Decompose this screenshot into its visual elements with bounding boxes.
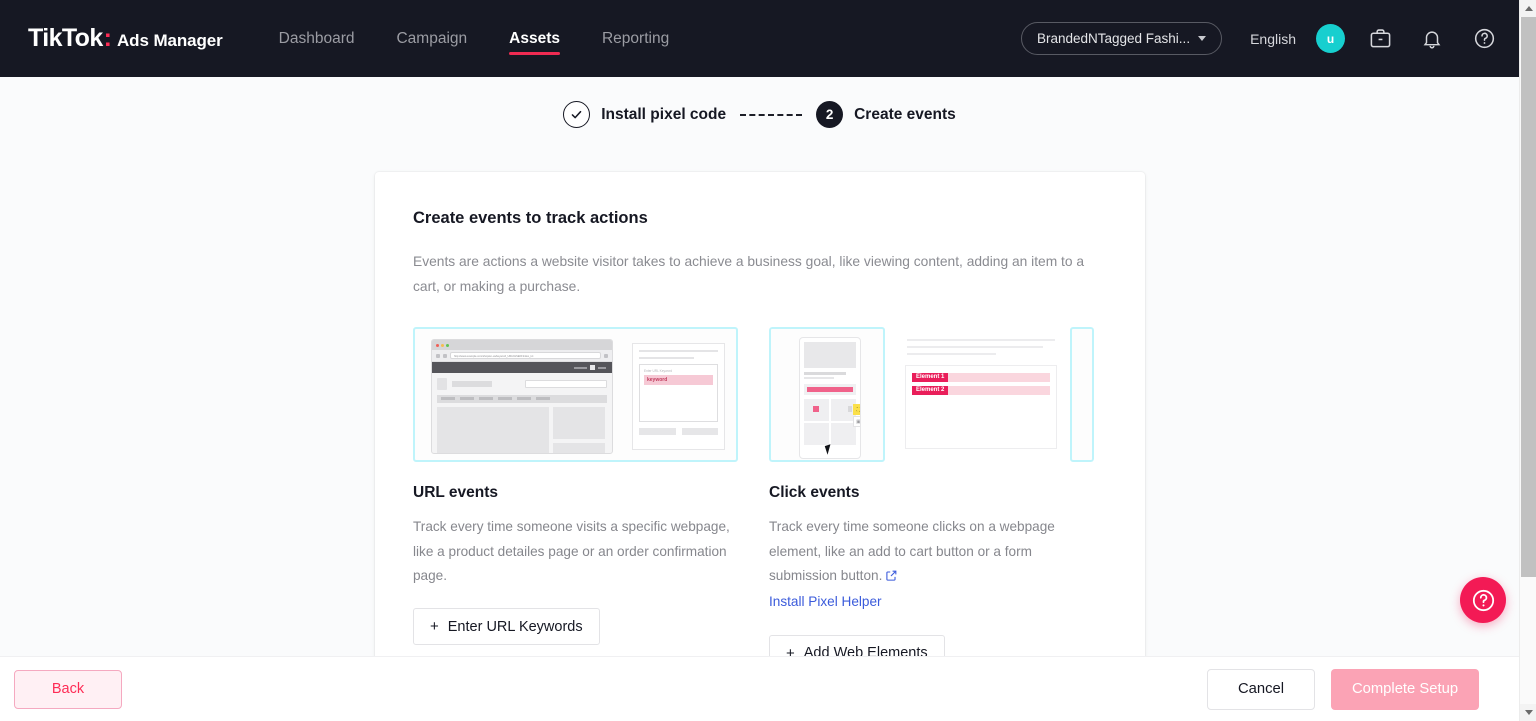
language-selector[interactable]: English bbox=[1250, 31, 1296, 47]
option-url-events: http://www.example.com/shop/en-us/keywor… bbox=[413, 327, 743, 656]
help-circle-icon[interactable] bbox=[1471, 26, 1497, 52]
browser-forward-icon bbox=[443, 353, 447, 358]
enter-url-keywords-button[interactable]: + Enter URL Keywords bbox=[413, 608, 600, 646]
illustration-elements-panel: Element 1 Element 2 bbox=[897, 327, 1065, 463]
illustration-keyword-chip: keyword bbox=[644, 375, 713, 386]
click-events-title: Click events bbox=[769, 484, 860, 502]
main-nav-items: Dashboard Campaign Assets Reporting bbox=[279, 0, 669, 77]
avatar-initial: u bbox=[1326, 31, 1335, 46]
account-selector[interactable]: BrandedNTagged Fashi... bbox=[1020, 22, 1223, 55]
brand-ads-manager-text: Ads Manager bbox=[117, 31, 223, 50]
illustration-right-frame bbox=[1070, 327, 1094, 463]
enter-url-keywords-label: Enter URL Keywords bbox=[447, 618, 583, 635]
account-selector-label: BrandedNTagged Fashi... bbox=[1036, 31, 1191, 46]
add-web-elements-button[interactable]: + Add Web Elements bbox=[769, 634, 945, 656]
nav-item-assets[interactable]: Assets bbox=[509, 0, 560, 77]
cancel-button[interactable]: Cancel bbox=[1207, 668, 1315, 710]
create-events-card: Create events to track actions Events ar… bbox=[375, 172, 1145, 656]
card-description: Events are actions a website visitor tak… bbox=[413, 254, 1085, 295]
nav-item-reporting[interactable]: Reporting bbox=[602, 0, 669, 77]
header-right-controls: BrandedNTagged Fashi... English u bbox=[1020, 22, 1519, 55]
traffic-light-green-icon bbox=[446, 343, 449, 347]
browser-menu-icon bbox=[604, 353, 608, 358]
illustration-keyword-box: Enter URL Keyword keyword bbox=[639, 364, 718, 423]
step-2-label: Create events bbox=[854, 105, 956, 123]
nav-item-dashboard[interactable]: Dashboard bbox=[279, 0, 355, 77]
scrollbar-thumb[interactable] bbox=[1521, 17, 1536, 577]
brand-colon: : bbox=[103, 24, 112, 52]
option-click-events: ⛶ ▣ Element 1 Element 2 Click events Tra… bbox=[769, 327, 1099, 656]
footer-action-bar: Back Cancel Complete Setup bbox=[0, 656, 1519, 721]
illustration-element-2-badge: Element 2 bbox=[912, 386, 949, 396]
illustration-phone-frame: ⛶ ▣ bbox=[769, 327, 885, 463]
top-navigation-bar: TikTok : Ads Manager Dashboard Campaign … bbox=[0, 0, 1519, 77]
brand-tiktok-text: TikTok bbox=[28, 24, 103, 52]
card-title: Create events to track actions bbox=[413, 209, 648, 227]
plus-icon: + bbox=[430, 618, 439, 636]
click-events-description: Track every time someone clicks on a web… bbox=[769, 515, 1099, 614]
illustration-element-row: Element 1 bbox=[912, 373, 1050, 383]
back-button[interactable]: Back bbox=[14, 669, 122, 709]
url-events-title: URL events bbox=[413, 484, 498, 502]
browser-dark-strip bbox=[432, 362, 612, 374]
step-install-pixel-code[interactable]: Install pixel code bbox=[563, 101, 726, 128]
scroll-down-arrow-icon[interactable] bbox=[1520, 704, 1536, 721]
nav-item-campaign[interactable]: Campaign bbox=[396, 0, 467, 77]
event-type-options: http://www.example.com/shop/en-us/keywor… bbox=[413, 327, 1107, 656]
scroll-up-arrow-icon[interactable] bbox=[1520, 0, 1536, 17]
step-create-events[interactable]: 2 Create events bbox=[816, 101, 956, 128]
illustration-element-row: Element 2 bbox=[912, 386, 1050, 396]
brand-logo[interactable]: TikTok : Ads Manager bbox=[28, 24, 223, 53]
add-web-elements-label: Add Web Elements bbox=[803, 645, 928, 656]
briefcase-icon[interactable] bbox=[1367, 26, 1393, 52]
complete-setup-button[interactable]: Complete Setup bbox=[1331, 668, 1479, 710]
footer-right-buttons: Cancel Complete Setup bbox=[1207, 668, 1519, 710]
avatar[interactable]: u bbox=[1316, 24, 1345, 53]
plus-icon: + bbox=[786, 644, 795, 656]
browser-url-text: http://www.example.com/shop/en-us/keywor… bbox=[450, 352, 601, 360]
browser-url-bar: http://www.example.com/shop/en-us/keywor… bbox=[432, 350, 612, 363]
help-support-fab-button[interactable] bbox=[1460, 577, 1506, 623]
traffic-light-yellow-icon bbox=[441, 343, 444, 347]
app-root: TikTok : Ads Manager Dashboard Campaign … bbox=[0, 0, 1536, 721]
url-events-description: Track every time someone visits a specif… bbox=[413, 519, 730, 583]
illustration-browser-mock: http://www.example.com/shop/en-us/keywor… bbox=[431, 339, 613, 455]
step-1-label: Install pixel code bbox=[601, 105, 727, 123]
stepper-connector bbox=[740, 113, 803, 116]
install-pixel-helper-link[interactable]: Install Pixel Helper bbox=[769, 594, 882, 609]
url-events-illustration: http://www.example.com/shop/en-us/keywor… bbox=[413, 327, 738, 463]
click-events-description-text: Track every time someone clicks on a web… bbox=[769, 519, 1055, 583]
step-1-check-icon bbox=[563, 101, 591, 128]
step-2-number: 2 bbox=[816, 101, 844, 128]
illustration-url-keyword-panel: Enter URL Keyword keyword bbox=[632, 343, 725, 451]
illustration-selector-badge-icon: ⛶ bbox=[853, 404, 860, 416]
traffic-light-red-icon bbox=[436, 343, 439, 347]
chevron-down-icon bbox=[1198, 36, 1207, 41]
browser-page-body bbox=[432, 373, 612, 454]
illustration-phone-mock: ⛶ ▣ bbox=[799, 337, 861, 460]
illustration-keyword-label: Enter URL Keyword bbox=[644, 369, 673, 374]
click-events-illustration: ⛶ ▣ Element 1 Element 2 bbox=[769, 327, 1094, 463]
browser-titlebar bbox=[432, 340, 612, 351]
setup-stepper: Install pixel code 2 Create events bbox=[0, 101, 1519, 128]
page-scrollbar[interactable] bbox=[1519, 0, 1536, 721]
illustration-element-1-badge: Element 1 bbox=[912, 373, 949, 383]
page-content: Install pixel code 2 Create events Creat… bbox=[0, 77, 1519, 656]
illustration-camera-badge-icon: ▣ bbox=[853, 416, 860, 428]
browser-back-icon bbox=[436, 353, 440, 358]
cursor-pointer-icon bbox=[824, 444, 834, 455]
external-link-icon[interactable] bbox=[885, 566, 898, 590]
bell-icon[interactable] bbox=[1419, 26, 1445, 52]
